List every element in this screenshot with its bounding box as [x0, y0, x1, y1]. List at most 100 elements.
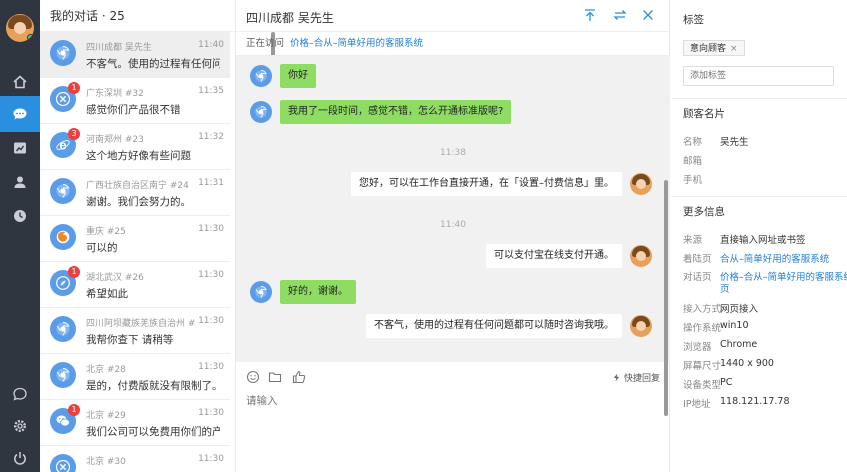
- pin-top-icon[interactable]: [583, 8, 597, 22]
- conversation-time: 11:31: [198, 178, 224, 188]
- info-field-value[interactable]: 页: [720, 281, 730, 295]
- conversation-preview: 谢谢。我们会努力的。: [86, 196, 191, 208]
- unread-badge: 1: [68, 82, 80, 94]
- conversation-time: 11:35: [198, 86, 224, 96]
- divider: [671, 196, 847, 197]
- info-field-value[interactable]: 价格–合从–简单好用的客服系统: [720, 269, 847, 283]
- conversation-preview: 是的，付费版就没有限制了。: [86, 380, 220, 392]
- chrome-icon: [50, 40, 76, 66]
- conversation-item[interactable]: 重庆 #25 11:30 可以的: [40, 216, 230, 262]
- sidebar-nav: [0, 0, 40, 472]
- info-field-label: IP地址: [683, 399, 711, 410]
- conversation-preview: 可以的: [86, 242, 118, 254]
- visitor-avatar: [250, 281, 272, 303]
- conversation-item[interactable]: 广西壮族自治区南宁 #24 11:31 谢谢。我们会努力的。: [40, 170, 230, 216]
- conversation-preview: 我帮你查下 请稍等: [86, 334, 174, 346]
- conversation-location: 广西壮族自治区南宁 #24: [86, 181, 189, 191]
- conversation-item[interactable]: e 3 河南郑州 #23 11:32 这个地方好像有些问题: [40, 124, 230, 170]
- visitor-message: 你好: [280, 64, 316, 88]
- info-field-value: 1440 x 900: [720, 358, 774, 369]
- chat-header: 四川成都 吴先生: [236, 0, 670, 32]
- folder-icon[interactable]: [268, 370, 282, 384]
- conversation-time: 11:32: [198, 132, 224, 142]
- conversation-item[interactable]: 四川阿坝藏族羌族自治州 #27 11:30 我帮你查下 请稍等: [40, 308, 230, 354]
- chrome-icon: [50, 316, 76, 342]
- info-field-value: Chrome: [720, 339, 758, 350]
- quick-reply-label: 快捷回复: [623, 374, 660, 384]
- conversation-location: 四川成都 吴先生: [86, 43, 152, 53]
- conversation-preview: 这个地方好像有些问题: [86, 150, 191, 162]
- stats-icon[interactable]: [0, 130, 40, 166]
- power-icon[interactable]: [0, 440, 40, 472]
- home-icon[interactable]: [0, 64, 40, 100]
- conversation-item[interactable]: 1 北京 #29 11:30 我们公司可以免费用你们的产...: [40, 400, 230, 446]
- card-field-label: 邮箱: [683, 156, 703, 167]
- lightning-icon: [613, 373, 620, 382]
- message-timestamp: 11:40: [440, 220, 466, 230]
- conversation-list-title: 我的对话 · 25: [40, 0, 235, 32]
- help-icon[interactable]: [0, 376, 40, 412]
- message-input[interactable]: [246, 392, 646, 410]
- conversation-location: 四川阿坝藏族羌族自治州 #27: [86, 319, 196, 329]
- user-icon[interactable]: [0, 164, 40, 200]
- conversation-location: 重庆 #25: [86, 227, 126, 237]
- visitor-message: 我用了一段时间，感觉不错，怎么开通标准版呢?: [280, 100, 512, 124]
- info-field-value: 直接输入网址或书签: [720, 235, 806, 246]
- x-icon: [50, 454, 76, 472]
- conversation-location: 河南郑州 #23: [86, 135, 144, 145]
- unread-badge: 3: [68, 128, 80, 140]
- info-field-value: 118.121.17.78: [720, 396, 790, 407]
- add-tag-input[interactable]: [683, 66, 834, 86]
- info-field-value: 网页接入: [720, 304, 759, 315]
- info-field-label: 屏幕尺寸: [683, 361, 722, 372]
- like-icon[interactable]: [292, 370, 306, 384]
- online-status-dot: [27, 34, 34, 41]
- conversation-time: 11:30: [198, 362, 224, 372]
- visiting-link[interactable]: 价格–合从–简单好用的客服系统: [290, 38, 423, 49]
- card-field-value: 吴先生: [720, 137, 749, 148]
- unread-badge: 1: [68, 404, 80, 416]
- info-field-value: win10: [720, 320, 749, 331]
- settings-icon[interactable]: [0, 408, 40, 444]
- conversation-item[interactable]: 1 湖北武汉 #26 11:30 希望如此: [40, 262, 230, 308]
- info-field-value[interactable]: 合从–简单好用的客服系统: [720, 251, 829, 265]
- chat-icon[interactable]: [0, 96, 40, 132]
- card-field-label: 手机: [683, 175, 703, 186]
- tags-title: 标签: [683, 14, 704, 26]
- tag-label: 意向顾客: [690, 44, 727, 54]
- conversation-time: 11:30: [198, 316, 224, 326]
- transfer-icon[interactable]: [613, 8, 627, 22]
- agent-avatar[interactable]: [6, 14, 34, 42]
- conversation-location: 北京 #29: [86, 411, 126, 421]
- emoji-icon[interactable]: [246, 370, 260, 384]
- conversation-time: 11:30: [198, 224, 224, 234]
- clock-icon[interactable]: [0, 198, 40, 234]
- conversation-item[interactable]: 1 广东深圳 #32 11:35 感觉你们产品很不错: [40, 78, 230, 124]
- visitor-message: 好的，谢谢。: [280, 280, 356, 304]
- agent-message: 您好，可以在工作台直接开通，在「设置–付费信息」里。: [351, 172, 622, 196]
- info-field-label: 接入方式: [683, 304, 722, 315]
- chat-panel: 四川成都 吴先生 正在访问 价格–合从–简单好用的客服系统 你好我用了一段时间，感…: [236, 0, 670, 472]
- conversation-location: 广东深圳 #32: [86, 89, 144, 99]
- conversation-list: 我的对话 · 25 四川成都 吴先生 11:40 不客气。使用的过程有任何问... 1…: [40, 0, 275, 472]
- customer-info-panel: 标签 意向顾客× 顾客名片 名称 吴先生邮箱手机 更多信息 来源 直接输入网址或书签…: [671, 0, 847, 472]
- conversation-item[interactable]: 北京 #3011:30可以在线支付开通: [40, 446, 230, 472]
- close-icon[interactable]: [641, 8, 655, 22]
- visiting-label: 正在访问: [246, 38, 285, 49]
- chrome-icon: [50, 362, 76, 388]
- conversation-location: 北京 #30: [86, 457, 126, 467]
- chrome-icon: [50, 178, 76, 204]
- agent-message: 可以支付宝在线支付开通。: [486, 244, 622, 268]
- info-field-label: 浏览器: [683, 342, 712, 353]
- conversation-location: 湖北武汉 #26: [86, 273, 144, 283]
- visitor-avatar: [250, 65, 272, 87]
- quick-reply-button[interactable]: 快捷回复: [612, 371, 660, 384]
- svg-text:e: e: [59, 138, 66, 153]
- conversation-item[interactable]: 北京 #28 11:30 是的，付费版就没有限制了。: [40, 354, 230, 400]
- tag-remove-icon[interactable]: ×: [730, 44, 738, 54]
- visiting-bar: 正在访问 价格–合从–简单好用的客服系统: [236, 32, 670, 56]
- agent-avatar: [630, 173, 652, 195]
- customer-card-title: 顾客名片: [683, 108, 725, 120]
- info-field-value: PC: [720, 377, 733, 388]
- conversation-item[interactable]: 四川成都 吴先生 11:40 不客气。使用的过程有任何问...: [40, 32, 230, 78]
